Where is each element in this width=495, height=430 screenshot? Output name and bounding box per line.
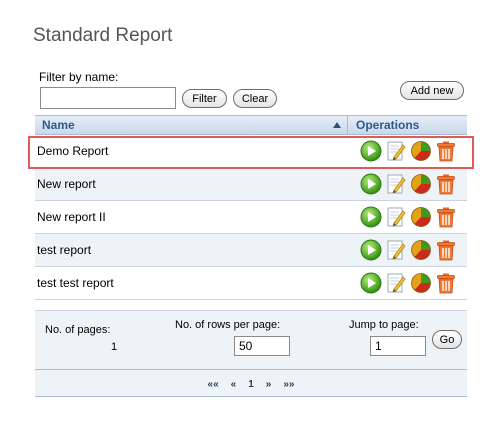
edit-icon[interactable] xyxy=(385,140,407,162)
rows-per-page-label: No. of rows per page: xyxy=(175,319,281,331)
play-icon[interactable] xyxy=(360,206,382,228)
trash-icon[interactable] xyxy=(435,140,457,162)
jump-to-page-input[interactable] xyxy=(370,336,426,356)
page-title: Standard Report xyxy=(33,25,173,46)
row-operations xyxy=(348,140,467,162)
row-operations xyxy=(348,173,467,195)
table-row[interactable]: Demo Report xyxy=(35,135,467,168)
add-new-button[interactable]: Add new xyxy=(400,81,464,100)
table-row[interactable]: New report II xyxy=(35,201,467,234)
edit-icon[interactable] xyxy=(385,206,407,228)
pager: No. of pages: 1 No. of rows per page: Ju… xyxy=(35,310,467,397)
play-icon[interactable] xyxy=(360,140,382,162)
table-row[interactable]: test report xyxy=(35,234,467,267)
table-row[interactable]: New report xyxy=(35,168,467,201)
trash-icon[interactable] xyxy=(435,239,457,261)
pager-bottom-border xyxy=(35,396,467,397)
report-name: test test report xyxy=(37,276,114,290)
column-header-name[interactable]: Name xyxy=(35,116,348,134)
edit-icon[interactable] xyxy=(385,272,407,294)
column-header-name-label: Name xyxy=(42,118,75,132)
pager-separator xyxy=(35,369,467,370)
table-row[interactable]: test test report xyxy=(35,267,467,300)
row-operations xyxy=(348,239,467,261)
filter-label: Filter by name: xyxy=(39,70,119,84)
trash-icon[interactable] xyxy=(435,206,457,228)
sort-ascending-icon[interactable] xyxy=(333,122,341,128)
pie-chart-icon[interactable] xyxy=(410,206,432,228)
pager-nav: «« « 1 » »» xyxy=(35,379,467,390)
rows-per-page-input[interactable] xyxy=(234,336,290,356)
go-button[interactable]: Go xyxy=(432,330,462,349)
first-page-link[interactable]: «« xyxy=(208,379,219,390)
edit-icon[interactable] xyxy=(385,239,407,261)
pie-chart-icon[interactable] xyxy=(410,173,432,195)
pie-chart-icon[interactable] xyxy=(410,272,432,294)
play-icon[interactable] xyxy=(360,272,382,294)
pages-count-label: No. of pages: xyxy=(45,324,111,336)
last-page-link[interactable]: »» xyxy=(283,379,294,390)
report-grid: Name Operations Demo Report New report New… xyxy=(35,115,467,300)
row-operations xyxy=(348,206,467,228)
pie-chart-icon[interactable] xyxy=(410,140,432,162)
jump-to-page-label: Jump to page: xyxy=(349,319,419,331)
report-name: test report xyxy=(37,243,92,257)
edit-icon[interactable] xyxy=(385,173,407,195)
filter-button[interactable]: Filter xyxy=(182,89,227,108)
filter-name-input[interactable] xyxy=(40,87,176,109)
pages-count-value: 1 xyxy=(111,341,118,353)
next-page-link[interactable]: » xyxy=(266,379,272,390)
report-name: Demo Report xyxy=(37,144,109,158)
prev-page-link[interactable]: « xyxy=(231,379,237,390)
pie-chart-icon[interactable] xyxy=(410,239,432,261)
trash-icon[interactable] xyxy=(435,272,457,294)
column-header-operations: Operations xyxy=(356,118,420,132)
trash-icon[interactable] xyxy=(435,173,457,195)
report-name: New report II xyxy=(37,210,106,224)
play-icon[interactable] xyxy=(360,173,382,195)
clear-button[interactable]: Clear xyxy=(233,89,277,108)
grid-header: Name Operations xyxy=(35,115,467,135)
row-operations xyxy=(348,272,467,294)
report-name: New report xyxy=(37,177,96,191)
grid-body: Demo Report New report New report II test r… xyxy=(35,135,467,300)
play-icon[interactable] xyxy=(360,239,382,261)
current-page-link[interactable]: 1 xyxy=(248,379,254,390)
